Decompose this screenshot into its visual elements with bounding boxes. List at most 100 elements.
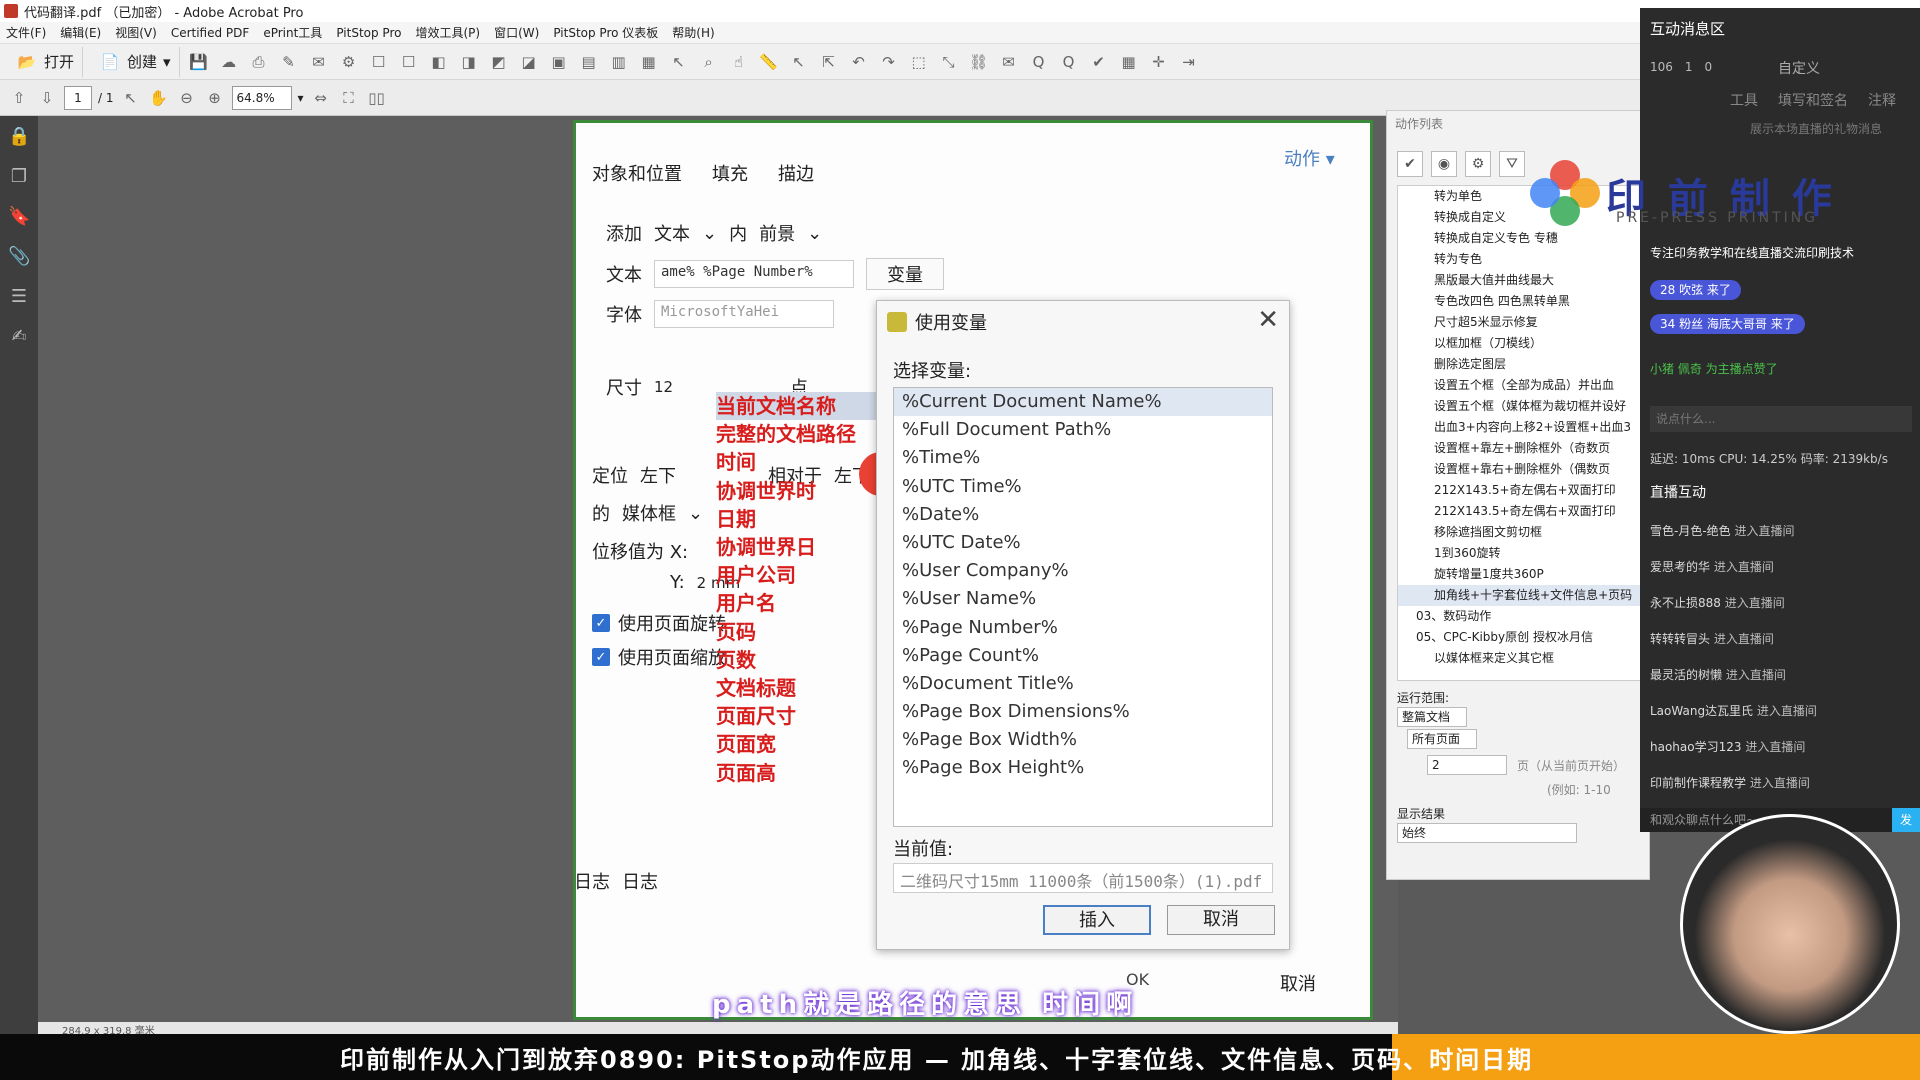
run-range-select[interactable]: 整篇文档 bbox=[1397, 707, 1467, 727]
pages-icon[interactable]: ❐ bbox=[8, 166, 30, 188]
chat-input[interactable]: 说点什么... bbox=[1650, 406, 1912, 432]
variable-item[interactable]: %Document Title% bbox=[894, 670, 1272, 698]
action-item-selected[interactable]: 加角线+十字套位线+文件信息+页码 bbox=[1398, 585, 1642, 606]
use-rotation-row[interactable]: ✓ 使用页面旋转 bbox=[592, 610, 726, 636]
link-icon[interactable]: ⛓ bbox=[968, 51, 990, 73]
menu-eprint[interactable]: ePrint工具 bbox=[263, 24, 322, 41]
select-arrow-icon[interactable]: ↖ bbox=[668, 51, 690, 73]
settings-icon[interactable]: ⚙ bbox=[338, 51, 360, 73]
undo-icon[interactable]: ↶ bbox=[848, 51, 870, 73]
signature-icon[interactable]: ✍ bbox=[8, 326, 30, 348]
action-item[interactable]: 设置框+靠左+删除框外（奇数页 bbox=[1398, 438, 1642, 459]
font-input[interactable]: MicrosoftYaHei bbox=[654, 300, 834, 328]
ruler-icon[interactable]: 📏 bbox=[758, 51, 780, 73]
marquee-icon[interactable]: ⬚ bbox=[908, 51, 930, 73]
layers-icon[interactable]: ☰ bbox=[8, 286, 30, 308]
add-in-select[interactable]: 内 bbox=[729, 220, 747, 246]
tab-fill-sign[interactable]: 填写和签名 bbox=[1778, 90, 1848, 110]
action-item[interactable]: 尺寸超5米显示修复 bbox=[1398, 312, 1642, 333]
action-item[interactable]: 设置五个框（全部为成品）并出血 bbox=[1398, 375, 1642, 396]
lock-icon[interactable]: 🔒 bbox=[8, 126, 30, 148]
size-input[interactable]: 12 bbox=[654, 378, 714, 396]
pitstop-tool-7-icon[interactable]: ▥ bbox=[608, 51, 630, 73]
menu-pitstop-dashboard[interactable]: PitStop Pro 仪表板 bbox=[553, 24, 658, 41]
variable-item[interactable]: %UTC Date% bbox=[894, 529, 1272, 557]
mail-2-icon[interactable]: ✉ bbox=[998, 51, 1020, 73]
action-folder[interactable]: 05、CPC-Kibby原创 授权冰月信 bbox=[1398, 627, 1642, 648]
page-from-input[interactable]: 2 bbox=[1427, 755, 1507, 775]
zoom-dropdown-icon[interactable]: ▾ bbox=[298, 91, 304, 105]
log-select[interactable]: 日志 bbox=[622, 868, 658, 894]
pitstop-tool-1-icon[interactable]: ◧ bbox=[428, 51, 450, 73]
action-item[interactable]: 以框加框（刀模线） bbox=[1398, 333, 1642, 354]
qc-icon[interactable]: Q bbox=[1028, 51, 1050, 73]
prev-page-icon[interactable]: ⇧ bbox=[8, 87, 30, 109]
edit-icon[interactable]: ✎ bbox=[278, 51, 300, 73]
menu-help[interactable]: 帮助(H) bbox=[672, 24, 714, 41]
grid-tool-icon[interactable]: ▦ bbox=[1118, 51, 1140, 73]
pitstop-tool-5-icon[interactable]: ▣ bbox=[548, 51, 570, 73]
qc2-icon[interactable]: Q bbox=[1058, 51, 1080, 73]
variable-item[interactable]: %Page Number% bbox=[894, 614, 1272, 642]
tab-fill[interactable]: 填充 bbox=[712, 160, 748, 186]
of-select[interactable]: 媒体框 bbox=[622, 500, 676, 526]
result-select[interactable]: 始终 bbox=[1397, 823, 1577, 843]
variable-item[interactable]: %Date% bbox=[894, 501, 1272, 529]
action-menu[interactable]: 动作 ▾ bbox=[1284, 145, 1335, 171]
tab-tools[interactable]: 工具 bbox=[1730, 90, 1758, 110]
close-icon[interactable]: ✕ bbox=[1257, 305, 1279, 335]
checkmark-icon[interactable]: ✔ bbox=[1397, 151, 1423, 177]
action-item[interactable]: 设置五个框（媒体框为裁切框并设好 bbox=[1398, 396, 1642, 417]
action-item[interactable]: 转换成自定义专色 专穗 bbox=[1398, 228, 1642, 249]
fit-width-icon[interactable]: ⇔ bbox=[310, 87, 332, 109]
add-type-select[interactable]: 文本 bbox=[654, 220, 690, 246]
zoom-input[interactable]: 64.8% bbox=[231, 85, 292, 110]
save-icon[interactable]: 💾 bbox=[188, 51, 210, 73]
action-item[interactable]: 旋转增量1度共360P bbox=[1398, 564, 1642, 585]
custom-select[interactable]: 自定义 bbox=[1778, 58, 1820, 78]
position-select[interactable]: 左下 bbox=[640, 462, 676, 488]
pitstop-tool-8-icon[interactable]: ▦ bbox=[638, 51, 660, 73]
insert-button[interactable]: 插入 bbox=[1043, 905, 1151, 935]
tab-object-position[interactable]: 对象和位置 bbox=[592, 160, 682, 186]
properties-cancel-button[interactable]: 取消 bbox=[1280, 970, 1316, 996]
variable-item[interactable]: %Page Count% bbox=[894, 642, 1272, 670]
action-folder[interactable]: 03、数码动作 bbox=[1398, 606, 1642, 627]
pitstop-tool-4-icon[interactable]: ◪ bbox=[518, 51, 540, 73]
select-tool-icon[interactable]: ↖ bbox=[120, 87, 142, 109]
menu-window[interactable]: 窗口(W) bbox=[494, 24, 539, 41]
action-item[interactable]: 以媒体框来定义其它框 bbox=[1398, 648, 1642, 669]
tab-stroke[interactable]: 描边 bbox=[778, 160, 814, 186]
zoom-out-icon[interactable]: ⊖ bbox=[176, 87, 198, 109]
comment-icon[interactable]: ☐ bbox=[368, 51, 390, 73]
create-button[interactable]: 📄 创建 ▾ bbox=[91, 46, 180, 77]
print-icon[interactable]: ⎙ bbox=[248, 51, 270, 73]
open-button[interactable]: 📂 打开 bbox=[8, 46, 84, 77]
action-item[interactable]: 删除选定图层 bbox=[1398, 354, 1642, 375]
two-page-icon[interactable]: ▯▯ bbox=[366, 87, 388, 109]
bookmark-icon[interactable]: 🔖 bbox=[8, 206, 30, 228]
check-icon[interactable]: ✓ bbox=[592, 614, 610, 632]
zoom-in-icon[interactable]: ⊕ bbox=[204, 87, 226, 109]
dialog-cancel-button[interactable]: 取消 bbox=[1167, 905, 1275, 935]
page-number-input[interactable]: 1 bbox=[64, 85, 92, 110]
action-item[interactable]: 212X143.5+奇左偶右+双面打印 bbox=[1398, 501, 1642, 522]
filter-icon[interactable]: ⛛ bbox=[1499, 151, 1525, 177]
add-layer-select[interactable]: 前景 bbox=[759, 220, 795, 246]
hand-icon[interactable]: ✋ bbox=[148, 87, 170, 109]
menu-plugins[interactable]: 增效工具(P) bbox=[415, 24, 480, 41]
use-scale-row[interactable]: ✓ 使用页面缩放 bbox=[592, 644, 726, 670]
variable-item[interactable]: %Page Box Width% bbox=[894, 726, 1272, 754]
cloud-upload-icon[interactable]: ☁ bbox=[218, 51, 240, 73]
text-input[interactable]: ame% %Page Number% bbox=[654, 260, 854, 288]
menu-view[interactable]: 视图(V) bbox=[115, 24, 157, 41]
variable-item[interactable]: %Current Document Name% bbox=[894, 388, 1272, 417]
attachment-icon[interactable]: 📎 bbox=[8, 246, 30, 268]
action-item[interactable]: 设置框+靠右+删除框外（偶数页 bbox=[1398, 459, 1642, 480]
tab-comment[interactable]: 注释 bbox=[1868, 90, 1896, 110]
pitstop-tool-3-icon[interactable]: ◩ bbox=[488, 51, 510, 73]
variable-item[interactable]: %Time% bbox=[894, 444, 1272, 472]
arrow-select-3-icon[interactable]: ⇱ bbox=[818, 51, 840, 73]
variable-item[interactable]: %User Company% bbox=[894, 557, 1272, 585]
comment2-icon[interactable]: ☐ bbox=[398, 51, 420, 73]
